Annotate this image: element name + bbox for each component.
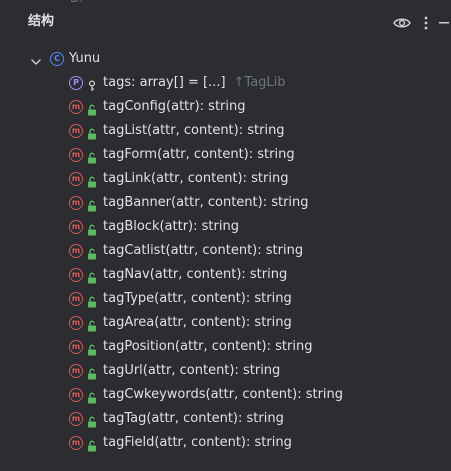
public-unlock-icon bbox=[87, 413, 97, 428]
method-signature: tagConfig(attr): string bbox=[103, 99, 246, 114]
panel-header: D. 结构 bbox=[0, 0, 451, 44]
method-signature: tagField(attr, content): string bbox=[103, 435, 292, 450]
tree-root-class[interactable]: C Yunu bbox=[0, 47, 451, 71]
tree-method-item[interactable]: m tagLink(attr, content): string bbox=[0, 167, 451, 191]
method-icon: m bbox=[69, 220, 83, 234]
method-icon: m bbox=[69, 292, 83, 306]
tree-method-item[interactable]: m tagField(attr, content): string bbox=[0, 431, 451, 455]
method-icon: m bbox=[69, 316, 83, 330]
tree-method-item[interactable]: m tagArea(attr, content): string bbox=[0, 311, 451, 335]
method-icon: m bbox=[69, 364, 83, 378]
public-unlock-icon bbox=[87, 389, 97, 404]
method-signature: tagPosition(attr, content): string bbox=[103, 339, 313, 354]
property-icon: P bbox=[69, 76, 83, 90]
public-unlock-icon bbox=[87, 173, 97, 188]
public-unlock-icon bbox=[87, 197, 97, 212]
method-icon: m bbox=[69, 196, 83, 210]
minimize-icon[interactable] bbox=[439, 12, 451, 34]
method-signature: tagBlock(attr): string bbox=[103, 219, 239, 234]
panel-title: 结构 bbox=[28, 14, 55, 29]
method-icon: m bbox=[69, 244, 83, 258]
method-signature: tagLink(attr, content): string bbox=[103, 171, 289, 186]
chevron-down-icon[interactable] bbox=[30, 53, 42, 65]
method-icon: m bbox=[69, 148, 83, 162]
method-signature: tagTag(attr, content): string bbox=[103, 411, 284, 426]
header-actions bbox=[391, 12, 451, 34]
method-signature: tagCatlist(attr, content): string bbox=[103, 243, 304, 258]
public-unlock-icon bbox=[87, 269, 97, 284]
public-unlock-icon bbox=[87, 341, 97, 356]
method-icon: m bbox=[69, 172, 83, 186]
method-icon: m bbox=[69, 124, 83, 138]
public-unlock-icon bbox=[87, 221, 97, 236]
public-unlock-icon bbox=[87, 437, 97, 452]
tree-method-item[interactable]: m tagPosition(attr, content): string bbox=[0, 335, 451, 359]
tree-method-item[interactable]: m tagUrl(attr, content): string bbox=[0, 359, 451, 383]
method-signature: tagBanner(attr, content): string bbox=[103, 195, 309, 210]
tree-method-item[interactable]: m tagNav(attr, content): string bbox=[0, 263, 451, 287]
tree-method-item[interactable]: m tagTag(attr, content): string bbox=[0, 407, 451, 431]
tree-method-item[interactable]: m tagCatlist(attr, content): string bbox=[0, 239, 451, 263]
public-unlock-icon bbox=[87, 317, 97, 332]
method-icon: m bbox=[69, 388, 83, 402]
method-signature: tagCwkeywords(attr, content): string bbox=[103, 387, 344, 402]
public-unlock-icon bbox=[87, 125, 97, 140]
method-signature: tagNav(attr, content): string bbox=[103, 267, 288, 282]
tree-method-item[interactable]: m tagForm(attr, content): string bbox=[0, 143, 451, 167]
clipped-ghost-text: D. bbox=[70, 0, 83, 4]
public-unlock-icon bbox=[87, 101, 97, 116]
class-name: Yunu bbox=[69, 51, 101, 66]
methods-list: m tagConfig(attr): string m tagList(attr, c… bbox=[0, 95, 451, 455]
more-vertical-icon[interactable] bbox=[415, 12, 437, 34]
public-unlock-icon bbox=[87, 149, 97, 164]
eye-icon[interactable] bbox=[391, 12, 413, 34]
inherited-from-label: ↑TagLib bbox=[233, 75, 286, 90]
method-icon: m bbox=[69, 340, 83, 354]
property-signature: tags: array[] = [...] bbox=[103, 75, 226, 90]
tree-method-item[interactable]: m tagList(attr, content): string bbox=[0, 119, 451, 143]
tree-method-item[interactable]: m tagBlock(attr): string bbox=[0, 215, 451, 239]
protected-key-icon bbox=[87, 77, 97, 91]
method-signature: tagForm(attr, content): string bbox=[103, 147, 295, 162]
method-signature: tagUrl(attr, content): string bbox=[103, 363, 281, 378]
tree-method-item[interactable]: m tagBanner(attr, content): string bbox=[0, 191, 451, 215]
tree-method-item[interactable]: m tagConfig(attr): string bbox=[0, 95, 451, 119]
method-icon: m bbox=[69, 436, 83, 450]
class-icon: C bbox=[50, 52, 64, 66]
method-icon: m bbox=[69, 100, 83, 114]
method-icon: m bbox=[69, 268, 83, 282]
method-signature: tagList(attr, content): string bbox=[103, 123, 285, 138]
tree-property-item[interactable]: P tags: array[] = [...] ↑TagLib bbox=[0, 71, 451, 95]
method-signature: tagArea(attr, content): string bbox=[103, 315, 292, 330]
public-unlock-icon bbox=[87, 245, 97, 260]
tree-method-item[interactable]: m tagType(attr, content): string bbox=[0, 287, 451, 311]
method-signature: tagType(attr, content): string bbox=[103, 291, 292, 306]
public-unlock-icon bbox=[87, 293, 97, 308]
structure-tree: C Yunu P tags: array[] = [...] ↑TagLib m t… bbox=[0, 47, 451, 455]
method-icon: m bbox=[69, 412, 83, 426]
public-unlock-icon bbox=[87, 365, 97, 380]
tree-method-item[interactable]: m tagCwkeywords(attr, content): string bbox=[0, 383, 451, 407]
structure-panel: D. 结构 bbox=[0, 0, 451, 471]
property-label: tags: array[] = [...] ↑TagLib bbox=[103, 71, 286, 95]
